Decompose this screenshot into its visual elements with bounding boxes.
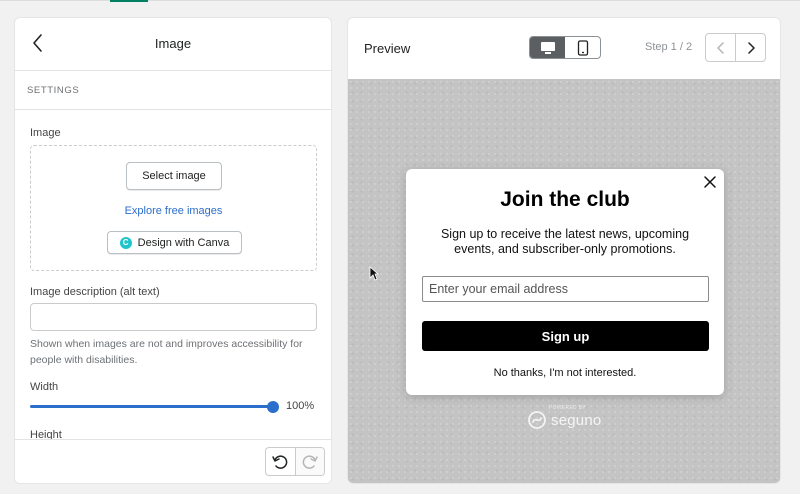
chevron-right-icon <box>747 41 755 54</box>
preview-header: Preview Step 1 / 2 <box>348 18 780 79</box>
desktop-view-button[interactable] <box>530 37 565 58</box>
width-label: Width <box>30 381 59 393</box>
undo-button[interactable] <box>266 448 295 475</box>
select-image-button[interactable]: Select image <box>126 162 222 190</box>
width-slider-track[interactable] <box>30 405 273 408</box>
seguno-logo-icon <box>528 411 546 429</box>
top-border <box>0 0 800 2</box>
settings-panel: Image SETTINGS Image Select image Explor… <box>14 17 332 484</box>
settings-footer <box>15 439 331 483</box>
settings-header: Image <box>15 18 331 71</box>
preview-canvas: Join the club Sign up to receive the lat… <box>348 79 780 483</box>
previous-step-button[interactable] <box>706 34 735 61</box>
mouse-cursor-icon <box>369 266 379 281</box>
section-label: SETTINGS <box>27 85 80 96</box>
alt-text-label: Image description (alt text) <box>30 286 160 298</box>
width-slider-thumb[interactable] <box>267 401 279 413</box>
alt-text-help: Shown when images are not and improves a… <box>30 338 303 366</box>
powered-by-text: POWERED BY <box>549 405 586 411</box>
image-dropzone[interactable]: Select image Explore free images C Desig… <box>30 145 317 271</box>
design-with-canva-button[interactable]: C Design with Canva <box>107 231 242 254</box>
divider <box>15 109 331 110</box>
popup-body-text: Sign up to receive the latest news, upco… <box>440 227 690 256</box>
close-icon <box>704 176 716 188</box>
step-indicator: Step 1 / 2 <box>645 41 693 53</box>
decline-link[interactable]: No thanks, I'm not interested. <box>406 367 724 379</box>
seguno-name: seguno <box>551 411 602 429</box>
active-tab-indicator <box>110 0 148 2</box>
next-step-button[interactable] <box>735 34 765 61</box>
width-value: 100% <box>286 400 315 412</box>
popup-headline: Join the club <box>500 188 630 211</box>
desktop-icon <box>540 41 555 54</box>
device-toggle <box>529 36 601 59</box>
panel-title: Image <box>154 36 192 51</box>
undo-redo-group <box>265 447 325 476</box>
mobile-icon <box>577 39 588 56</box>
chevron-left-icon <box>716 41 724 54</box>
redo-icon <box>302 454 318 469</box>
canva-icon: C <box>119 236 132 249</box>
email-input[interactable]: Enter your email address <box>422 276 709 302</box>
explore-free-images-link[interactable]: Explore free images <box>31 205 316 217</box>
seguno-branding: POWERED BY seguno <box>527 405 602 430</box>
preview-panel: Preview Step 1 / 2 Join the club Sign up… <box>347 17 781 484</box>
mobile-view-button[interactable] <box>565 37 600 58</box>
sign-up-button[interactable]: Sign up <box>422 321 709 351</box>
preview-title: Preview <box>364 41 411 56</box>
popup-close-button[interactable] <box>703 175 717 189</box>
canva-button-label: Design with Canva <box>137 236 230 249</box>
undo-icon <box>272 454 288 469</box>
step-nav <box>705 33 766 62</box>
alt-text-input[interactable] <box>30 303 317 331</box>
redo-button[interactable] <box>294 448 324 475</box>
signup-popup: Join the club Sign up to receive the lat… <box>406 169 724 395</box>
image-field-label: Image <box>30 127 61 139</box>
